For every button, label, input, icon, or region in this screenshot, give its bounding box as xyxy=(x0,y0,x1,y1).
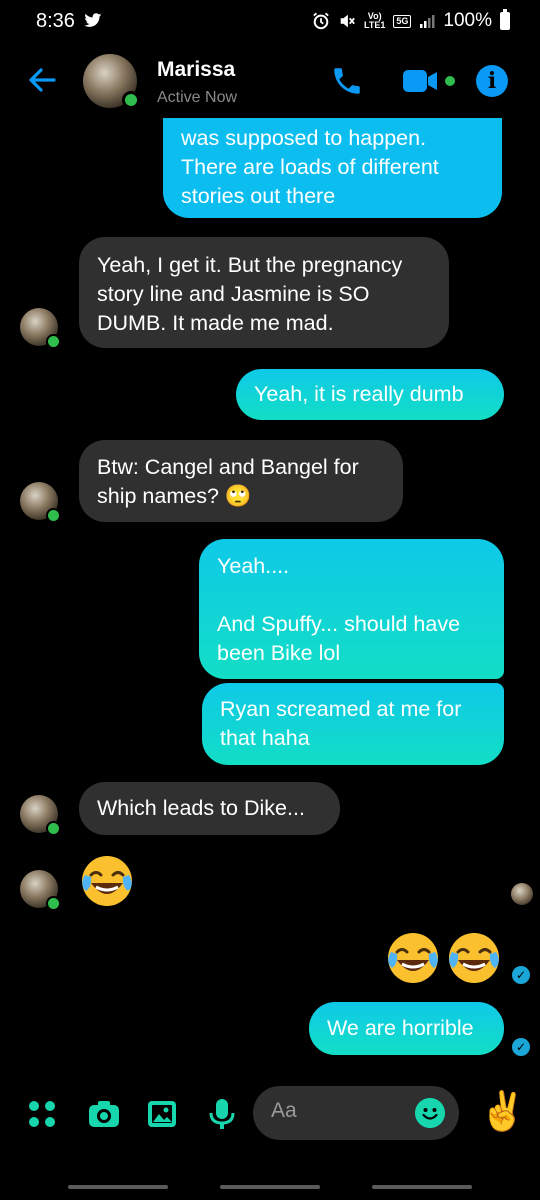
online-indicator xyxy=(46,508,61,523)
message-bubble-outgoing[interactable]: Ryan screamed at me for that haha xyxy=(202,683,504,765)
contact-status: Active Now xyxy=(157,89,238,106)
message-line: ship names? 🙄 xyxy=(97,484,252,508)
signal-icon xyxy=(420,15,435,28)
microphone-icon[interactable] xyxy=(204,1096,240,1132)
message-line: was supposed to happen. xyxy=(181,126,427,150)
message-line: that haha xyxy=(220,726,310,750)
message-bubble-outgoing[interactable]: We are horrible xyxy=(309,1002,504,1055)
message-line: Ryan screamed at me for xyxy=(220,697,462,721)
message-line: We are horrible xyxy=(327,1016,474,1040)
back-arrow-icon[interactable] xyxy=(24,62,60,98)
conversation-header: Marissa Active Now i xyxy=(0,46,540,118)
nav-back-button[interactable] xyxy=(372,1185,472,1189)
twitter-icon xyxy=(84,13,102,27)
gallery-icon[interactable] xyxy=(144,1096,180,1132)
message-bubble-incoming[interactable]: Which leads to Dike... xyxy=(79,782,340,835)
status-icons: Vo) LTE1 5G 100% xyxy=(312,9,510,32)
face-with-tears-of-joy-icon[interactable] xyxy=(385,930,441,986)
mute-icon xyxy=(340,14,355,28)
message-composer: Aa ✌️ xyxy=(0,1080,540,1150)
message-line: There are loads of different xyxy=(181,155,439,179)
message-input[interactable]: Aa xyxy=(253,1086,459,1140)
status-time: 8:36 xyxy=(36,10,75,32)
alarm-icon xyxy=(313,12,329,30)
phone-icon[interactable] xyxy=(330,64,364,98)
5g-indicator: 5G xyxy=(393,14,412,28)
message-bubble-incoming[interactable]: Btw: Cangel and Bangel for ship names? 🙄 xyxy=(79,440,403,522)
message-input-placeholder: Aa xyxy=(271,1099,297,1122)
message-line: story line and Jasmine is SO xyxy=(97,282,370,306)
message-line: DUMB. It made me mad. xyxy=(97,311,334,335)
message-line: Yeah, it is really dumb xyxy=(254,382,464,406)
delivered-check-icon: ✓ xyxy=(512,966,530,984)
message-line: Yeah, I get it. But the pregnancy xyxy=(97,253,403,277)
delivered-check-icon: ✓ xyxy=(512,1038,530,1056)
contact-name[interactable]: Marissa xyxy=(157,58,235,82)
online-indicator xyxy=(46,821,61,836)
message-bubble-outgoing[interactable]: was supposed to happen. There are loads … xyxy=(163,118,502,218)
face-with-tears-of-joy-icon[interactable] xyxy=(79,853,135,909)
message-bubble-outgoing[interactable]: Yeah.... And Spuffy... should have been … xyxy=(199,539,504,679)
status-bar: 8:36 Vo) LTE1 5G 100% xyxy=(0,0,540,46)
message-line: stories out there xyxy=(181,184,336,208)
message-line: Yeah.... xyxy=(217,554,290,578)
battery-icon xyxy=(500,9,510,30)
message-line: Btw: Cangel and Bangel for xyxy=(97,455,359,479)
volte-indicator: Vo) LTE1 xyxy=(364,11,386,30)
video-camera-icon[interactable] xyxy=(401,66,459,96)
online-indicator xyxy=(122,91,140,109)
apps-grid-icon[interactable] xyxy=(24,1096,60,1132)
quick-reaction-button[interactable]: ✌️ xyxy=(479,1090,526,1134)
message-thread[interactable]: was supposed to happen. There are loads … xyxy=(0,118,540,1080)
info-icon[interactable]: i xyxy=(476,65,508,97)
message-line: And Spuffy... should have xyxy=(217,612,461,636)
face-with-tears-of-joy-icon[interactable] xyxy=(446,930,502,986)
battery-percent: 100% xyxy=(443,10,492,31)
message-line xyxy=(217,581,486,610)
online-indicator xyxy=(46,334,61,349)
online-indicator xyxy=(46,896,61,911)
nav-recents-button[interactable] xyxy=(68,1185,168,1189)
nav-home-button[interactable] xyxy=(220,1185,320,1189)
emoji-icon[interactable] xyxy=(415,1098,445,1128)
seen-by-avatar xyxy=(511,883,533,905)
message-bubble-outgoing[interactable]: Yeah, it is really dumb xyxy=(236,369,504,420)
message-line: Which leads to Dike... xyxy=(97,796,305,820)
message-bubble-incoming[interactable]: Yeah, I get it. But the pregnancy story … xyxy=(79,237,449,348)
message-line: been Bike lol xyxy=(217,641,341,665)
camera-icon[interactable] xyxy=(86,1096,122,1132)
